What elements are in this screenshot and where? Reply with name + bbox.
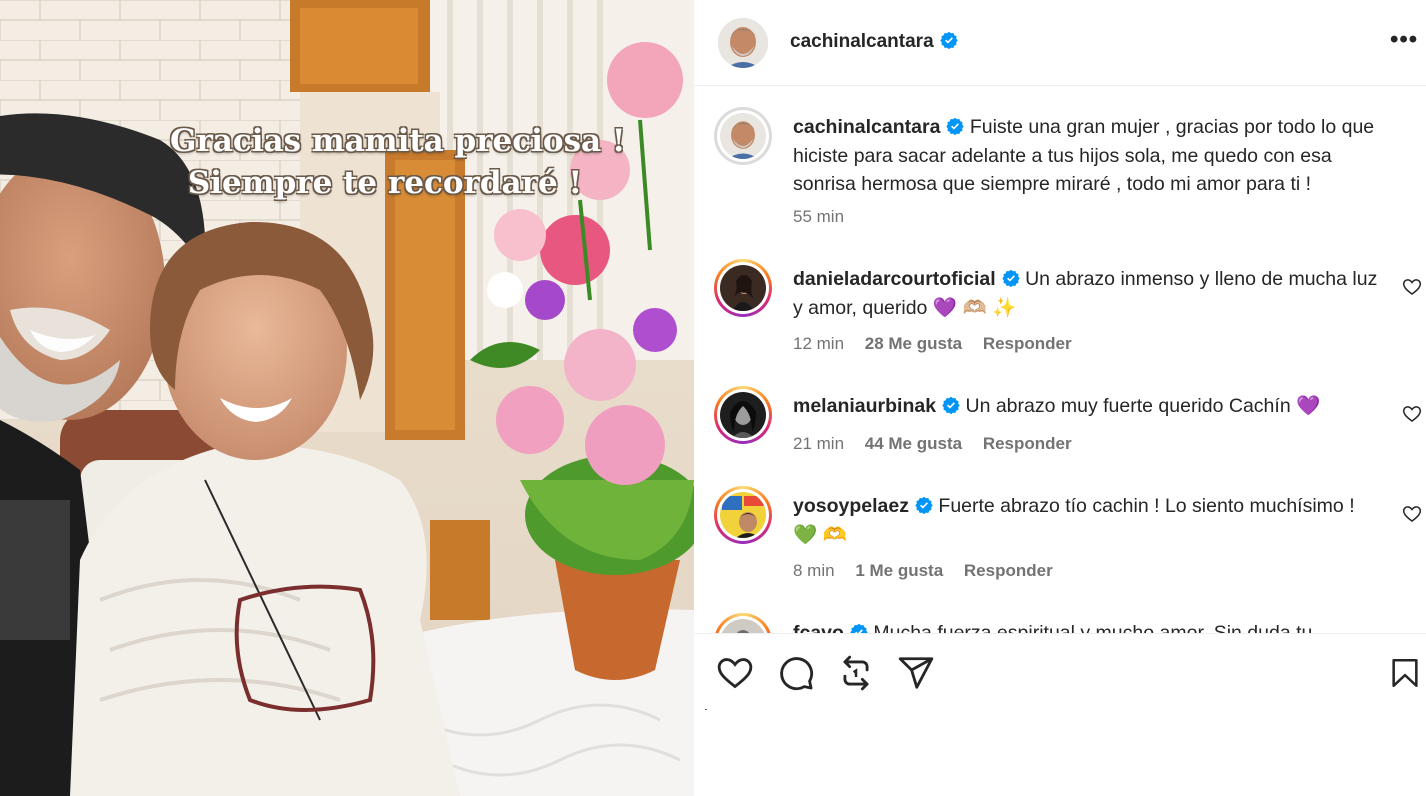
comment-meta: 12 min 28 Me gusta Responder xyxy=(793,334,1088,354)
like-icon[interactable] xyxy=(716,654,756,694)
verified-badge-icon xyxy=(939,31,958,49)
post-action-bar xyxy=(694,633,1426,796)
verified-badge-icon xyxy=(915,496,933,514)
commenter-avatar[interactable] xyxy=(714,259,772,317)
overlay-line-1: Gracias mamita preciosa ! xyxy=(170,123,626,159)
author-username-text[interactable]: cachinalcantara xyxy=(790,31,934,52)
comment-time[interactable]: 8 min xyxy=(793,561,835,580)
post-photo: Gracias mamita preciosa ! Siempre te rec… xyxy=(0,0,694,796)
save-icon[interactable] xyxy=(1388,654,1426,694)
comment-username[interactable]: yosoypelaez xyxy=(793,495,909,517)
comment-body: yosoypelaez Fuerte abrazo tío cachin ! L… xyxy=(793,492,1380,549)
overlay-line-2: Siempre te recordaré ! xyxy=(187,165,583,201)
comment-username[interactable]: fcavo xyxy=(793,622,844,633)
caption-avatar[interactable] xyxy=(714,107,772,165)
caption-meta: 55 min xyxy=(793,207,860,227)
comment-text: Mucha fuerza espiritual y mucho amor. Si… xyxy=(873,622,1313,633)
caption-body: cachinalcantara Fuiste una gran mujer , … xyxy=(793,113,1380,199)
comment-body: fcavo Mucha fuerza espiritual y mucho am… xyxy=(793,619,1380,633)
comment-likes[interactable]: 44 Me gusta xyxy=(865,434,962,453)
commenter-avatar[interactable] xyxy=(714,613,772,633)
verified-badge-icon xyxy=(942,396,960,414)
author-avatar[interactable] xyxy=(718,18,768,68)
photo-caption-overlay: Gracias mamita preciosa ! Siempre te rec… xyxy=(170,120,626,204)
post-header: cachinalcantara ••• xyxy=(694,0,1426,86)
verified-badge-icon xyxy=(946,117,965,135)
comment-username[interactable]: danieladarcourtoficial xyxy=(793,268,996,290)
cursor-mark xyxy=(705,709,707,710)
more-options-icon[interactable]: ••• xyxy=(1390,28,1426,54)
comment-meta: 21 min 44 Me gusta Responder xyxy=(793,434,1088,454)
author-username[interactable]: cachinalcantara xyxy=(790,31,958,53)
commenter-avatar[interactable] xyxy=(714,486,772,544)
caption-username[interactable]: cachinalcantara xyxy=(793,116,940,138)
comment-body: danieladarcourtoficial Un abrazo inmenso… xyxy=(793,265,1380,322)
comment-time[interactable]: 12 min xyxy=(793,334,844,353)
heart-outline-icon[interactable] xyxy=(1402,404,1422,424)
comment-meta: 8 min 1 Me gusta Responder xyxy=(793,561,1069,581)
heart-outline-icon[interactable] xyxy=(1402,504,1422,524)
verified-badge-icon xyxy=(850,623,868,633)
comments-list: cachinalcantara Fuiste una gran mujer , … xyxy=(694,87,1426,633)
commenter-avatar[interactable] xyxy=(714,386,772,444)
comment-body: melaniaurbinak Un abrazo muy fuerte quer… xyxy=(793,392,1380,421)
verified-badge-icon xyxy=(1001,269,1020,287)
heart-outline-icon[interactable] xyxy=(1402,277,1422,297)
repost-icon[interactable] xyxy=(837,654,877,694)
comment-username[interactable]: melaniaurbinak xyxy=(793,395,936,417)
reply-button[interactable]: Responder xyxy=(983,334,1072,353)
reply-button[interactable]: Responder xyxy=(964,561,1053,580)
comment-likes[interactable]: 1 Me gusta xyxy=(855,561,943,580)
comment-icon[interactable] xyxy=(777,654,817,694)
comment-likes[interactable]: 28 Me gusta xyxy=(865,334,962,353)
reply-button[interactable]: Responder xyxy=(983,434,1072,453)
share-icon[interactable] xyxy=(897,654,937,694)
comment-text: Un abrazo muy fuerte querido Cachín 💜 xyxy=(965,395,1321,417)
post-side-panel: cachinalcantara ••• cachinalcantara Fuis… xyxy=(694,0,1426,796)
caption-time[interactable]: 55 min xyxy=(793,207,844,226)
comment-time[interactable]: 21 min xyxy=(793,434,844,453)
